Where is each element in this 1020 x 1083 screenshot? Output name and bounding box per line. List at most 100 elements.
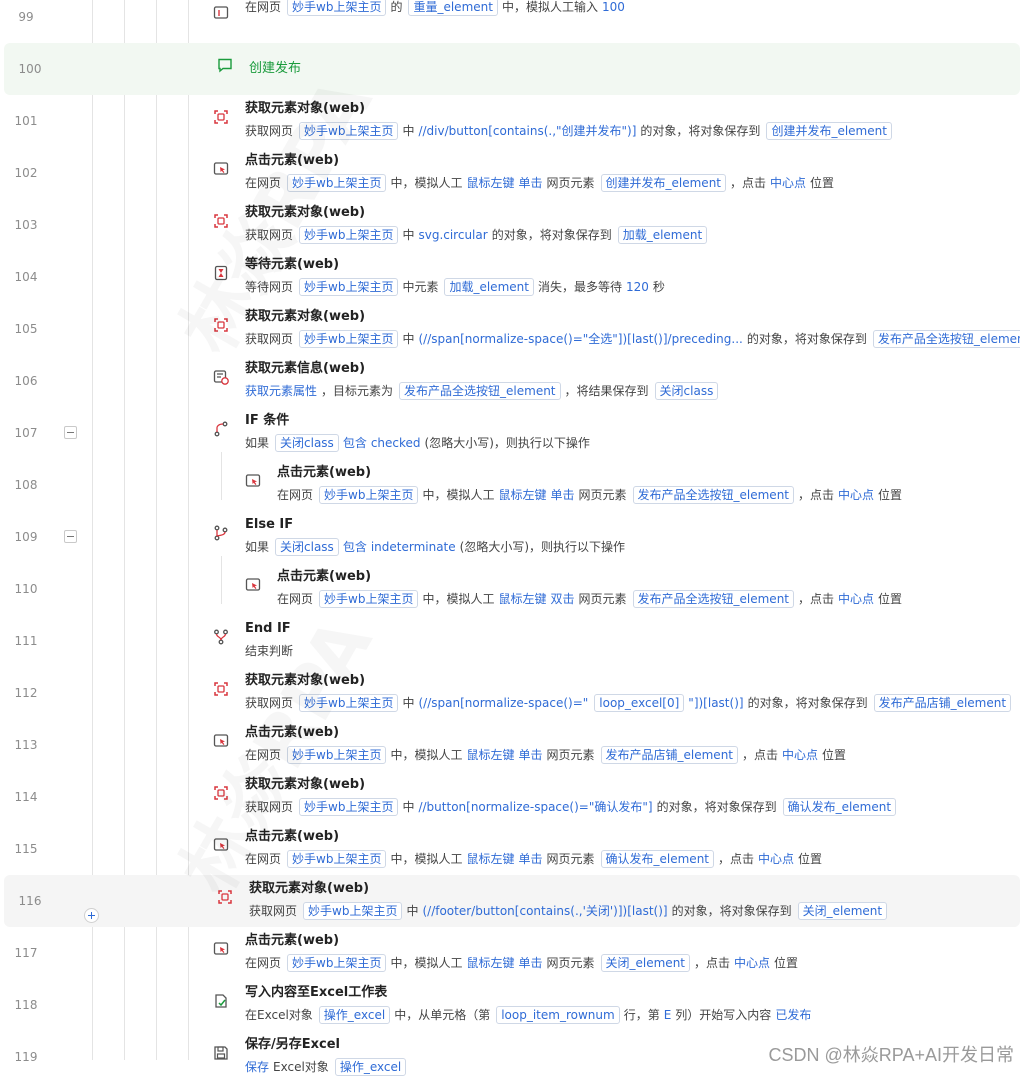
desc-text: 中，模拟人工 — [390, 176, 463, 190]
step-title: 写入内容至Excel工作表 — [245, 985, 388, 1000]
variable-tag[interactable]: 妙手wb上架主页 — [299, 278, 399, 296]
step-description: 在网页 妙手wb上架主页 中，模拟人工 鼠标左键 单击 网页元素 发布产品店铺_elemen… — [245, 745, 850, 765]
param-value: 保存 — [245, 1060, 270, 1074]
variable-tag[interactable]: 关闭_element — [600, 954, 690, 972]
variable-tag[interactable]: 妙手wb上架主页 — [287, 850, 387, 868]
variable-tag[interactable]: 关闭class — [275, 434, 339, 452]
collapse-toggle-icon[interactable] — [64, 426, 77, 439]
branch-else-icon — [212, 524, 230, 542]
variable-tag[interactable]: 发布产品全选按钮_element — [399, 382, 561, 400]
variable-tag[interactable]: loop_excel[0] — [594, 694, 685, 712]
desc-text: 中 — [402, 228, 415, 242]
desc-text: 中，从单元格（第 — [394, 1008, 491, 1022]
step-title: Else IF — [245, 517, 294, 532]
variable-tag[interactable]: 操作_excel — [334, 1058, 407, 1076]
desc-text: 的对象，将对象保存到 — [491, 228, 612, 242]
variable-tag[interactable]: 加载_element — [444, 278, 534, 296]
param-value: 中心点 — [838, 488, 875, 502]
branch-if-icon — [212, 420, 230, 438]
csdn-watermark: CSDN @林焱RPA+AI开发日常 — [768, 1045, 1014, 1065]
desc-text: 中，模拟人工输入 — [501, 0, 598, 14]
variable-tag[interactable]: 加载_element — [617, 226, 708, 244]
flow-step-list: 99 在网页 妙手wb上架主页的重量_element 中，模拟人工输入 100 100 创建… — [0, 0, 1020, 1076]
step-title: 点击元素(web) — [245, 829, 340, 844]
step-row[interactable]: 107 IF 条件 如果 关闭class 包含 checked (忽略大小写)，则执行以下操… — [0, 407, 1020, 459]
variable-tag[interactable]: 妙手wb上架主页 — [319, 486, 419, 504]
param-value: //div/button[contains(.,"创建并发布")] — [418, 124, 637, 138]
click-element-icon — [244, 576, 262, 594]
param-value: svg.circular — [418, 228, 488, 242]
param-value: 中心点 — [838, 592, 875, 606]
step-row[interactable]: 117 点击元素(web) 在网页 妙手wb上架主页 中，模拟人工 鼠标左键 单击 网页元素关… — [0, 927, 1020, 979]
desc-text: 位置 — [878, 488, 903, 502]
variable-tag[interactable]: 妙手wb上架主页 — [319, 590, 419, 608]
param-value: 中心点 — [758, 852, 795, 866]
step-row[interactable]: 112 获取元素对象(web) 获取网页 妙手wb上架主页中 (//span[norma… — [0, 667, 1020, 719]
variable-tag[interactable]: loop_item_rownum — [496, 1006, 620, 1024]
desc-text: 中元素 — [402, 280, 439, 294]
variable-tag[interactable]: 妙手wb上架主页 — [299, 330, 399, 348]
step-row[interactable]: 100 创建发布 — [4, 43, 1020, 95]
step-row[interactable]: 101 获取元素对象(web) 获取网页 妙手wb上架主页中//div/button[… — [0, 95, 1020, 147]
step-row[interactable]: 102 点击元素(web) 在网页 妙手wb上架主页 中，模拟人工 鼠标左键 单击 网页元素创… — [0, 147, 1020, 199]
step-row[interactable]: 106 获取元素信息(web) 获取元素属性 ，目标元素为 发布产品全选按钮_eleme… — [0, 355, 1020, 407]
element-info-icon — [212, 368, 230, 386]
desc-text: 中，模拟人工 — [422, 592, 495, 606]
desc-text: Excel对象 — [273, 1060, 329, 1074]
step-row[interactable]: 113 点击元素(web) 在网页 妙手wb上架主页 中，模拟人工 鼠标左键 单击 网页元素发… — [0, 719, 1020, 771]
collapse-toggle-icon[interactable] — [64, 530, 77, 543]
variable-tag[interactable]: 关闭class — [654, 382, 719, 400]
variable-tag[interactable]: 发布产品全选按钮_element — [632, 486, 794, 504]
desc-text: 列）开始写入内容 — [675, 1008, 772, 1022]
line-number: 114 — [14, 790, 38, 804]
add-step-icon[interactable] — [84, 908, 99, 923]
step-row[interactable]: 110 点击元素(web) 在网页 妙手wb上架主页 中，模拟人工 鼠标左键 双击 网页元素发… — [0, 563, 1020, 615]
variable-tag[interactable]: 创建并发布_element — [766, 122, 892, 140]
step-row[interactable]: 103 获取元素对象(web) 获取网页 妙手wb上架主页中 svg.circular 的… — [0, 199, 1020, 251]
step-row[interactable]: 109 Else IF 如果 关闭class 包含 indeterminate (忽略大小写… — [0, 511, 1020, 563]
step-description: 如果 关闭class 包含 checked (忽略大小写)，则执行以下操作 — [245, 433, 594, 453]
variable-tag[interactable]: 重量_element — [408, 0, 498, 16]
desc-text: 在网页 — [245, 0, 282, 14]
desc-text: 获取网页 — [249, 904, 298, 918]
desc-text: 网页元素 — [578, 488, 627, 502]
branch-guide — [221, 556, 222, 604]
step-row[interactable]: 99 在网页 妙手wb上架主页的重量_element 中，模拟人工输入 100 — [0, 0, 1020, 43]
variable-tag[interactable]: 操作_excel — [318, 1006, 391, 1024]
variable-tag[interactable]: 妙手wb上架主页 — [299, 798, 399, 816]
step-title: 获取元素信息(web) — [245, 361, 366, 376]
variable-tag[interactable]: 创建并发布_element — [600, 174, 726, 192]
variable-tag[interactable]: 发布产品店铺_element — [600, 746, 738, 764]
step-description: 在网页 妙手wb上架主页 中，模拟人工 鼠标左键 单击 网页元素 关闭_element ，点击… — [245, 953, 802, 973]
desc-text: 的对象，将对象保存到 — [656, 800, 777, 814]
input-text-icon — [212, 4, 230, 22]
param-value: 中心点 — [770, 176, 807, 190]
variable-tag[interactable]: 关闭class — [275, 538, 339, 556]
variable-tag[interactable]: 发布产品店铺_element — [873, 694, 1012, 712]
variable-tag[interactable]: 妙手wb上架主页 — [287, 0, 387, 16]
line-number: 105 — [14, 322, 38, 336]
variable-tag[interactable]: 确认发布_element — [600, 850, 714, 868]
click-element-icon — [244, 472, 262, 490]
step-row[interactable]: 114 获取元素对象(web) 获取网页 妙手wb上架主页中//button[norm… — [0, 771, 1020, 823]
step-row[interactable]: 118 写入内容至Excel工作表 在Excel对象 操作_excel 中，从单元格（第… — [0, 979, 1020, 1031]
step-row[interactable]: 104 等待元素(web) 等待网页 妙手wb上架主页 中元素 加载_element 消失，… — [0, 251, 1020, 303]
param-value: (//span[normalize-space()="全选"])[last()]… — [418, 332, 743, 346]
step-row[interactable]: 111 End IF 结束判断 — [0, 615, 1020, 667]
variable-tag[interactable]: 妙手wb上架主页 — [287, 954, 387, 972]
variable-tag[interactable]: 妙手wb上架主页 — [303, 902, 403, 920]
desc-text: ，点击 — [798, 488, 835, 502]
variable-tag[interactable]: 发布产品全选按钮_element — [632, 590, 794, 608]
line-number: 110 — [14, 582, 38, 596]
step-row[interactable]: 108 点击元素(web) 在网页 妙手wb上架主页 中，模拟人工 鼠标左键 单击 网页元素发… — [0, 459, 1020, 511]
step-row[interactable]: 116 获取元素对象(web) 获取网页 妙手wb上架主页中 (//footer/but… — [4, 875, 1020, 927]
variable-tag[interactable]: 发布产品全选按钮_element — [872, 330, 1020, 348]
step-title: 获取元素对象(web) — [249, 881, 370, 896]
variable-tag[interactable]: 确认发布_element — [782, 798, 897, 816]
step-title: 点击元素(web) — [245, 933, 340, 948]
desc-text: 位置 — [822, 748, 847, 762]
line-number: 108 — [14, 478, 38, 492]
line-number: 100 — [18, 62, 42, 76]
desc-text: 网页元素 — [546, 956, 595, 970]
variable-tag[interactable]: 关闭_element — [797, 902, 888, 920]
